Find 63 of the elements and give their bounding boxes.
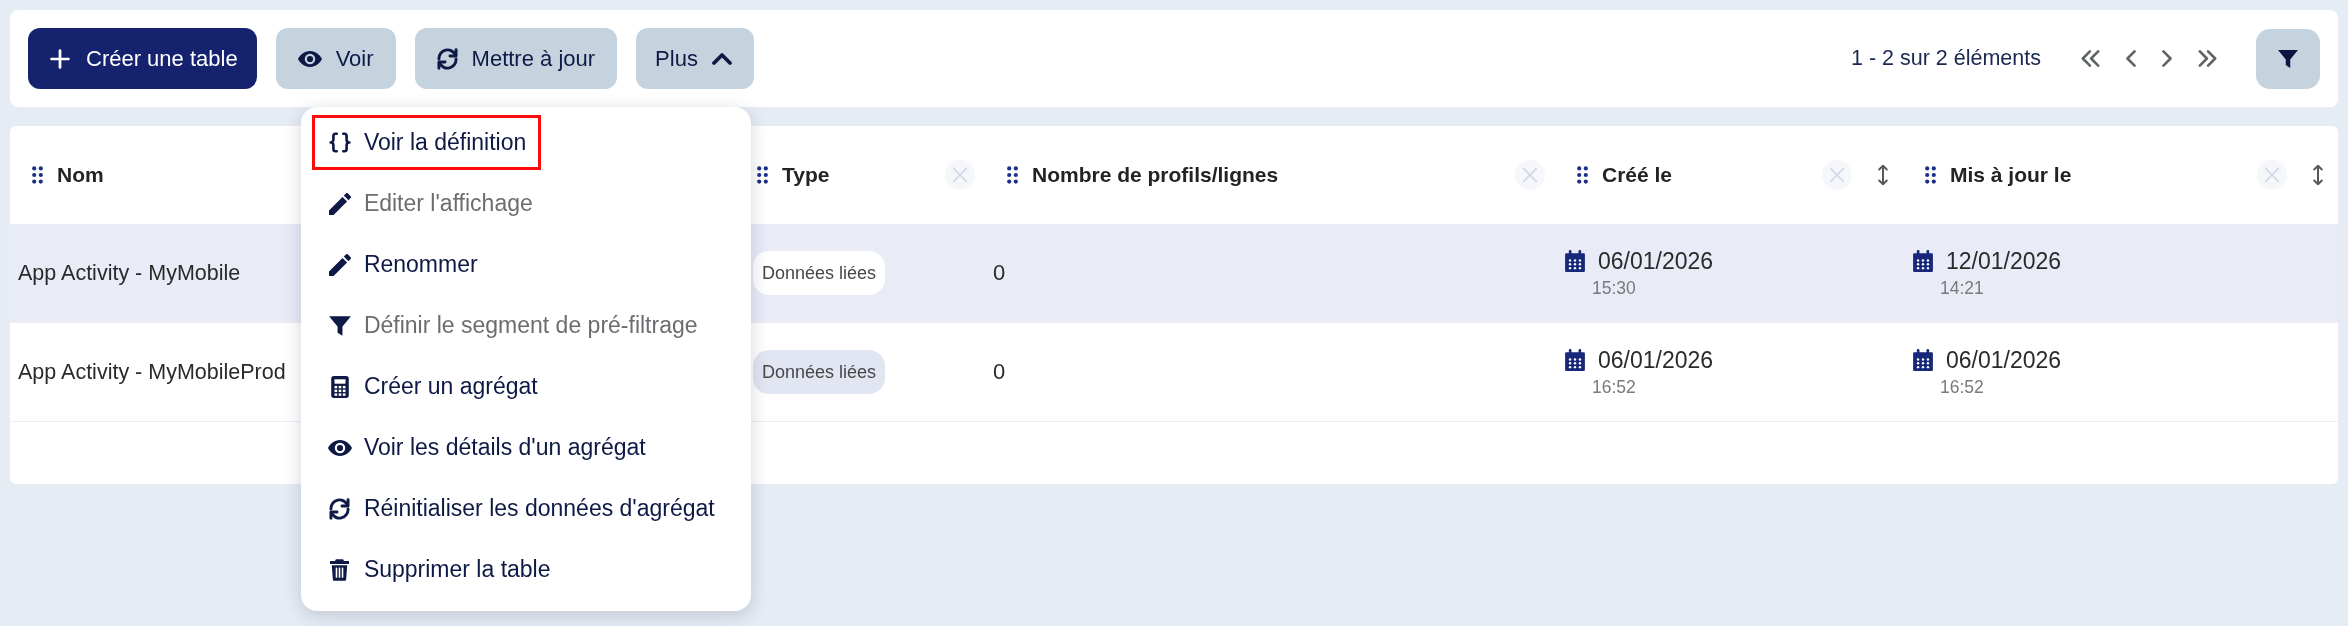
trash-icon — [330, 558, 350, 581]
braces-icon — [328, 132, 351, 153]
chevron-left-icon[interactable] — [2126, 50, 2136, 67]
double-chevron-right-icon[interactable] — [2198, 50, 2217, 67]
column-header: Nom — [57, 163, 104, 187]
calculator-icon — [330, 375, 349, 398]
date-text: 06/01/2026 — [1598, 346, 1714, 374]
close-icon — [1522, 167, 1538, 183]
double-chevron-left-icon[interactable] — [2081, 50, 2100, 67]
column-header: Nombre de profils/lignes — [1032, 163, 1279, 187]
chevron-right-icon[interactable] — [2162, 50, 2172, 67]
pencil-icon — [328, 253, 351, 276]
date-text: 06/01/2026 — [1946, 346, 2062, 374]
table-cell: App Activity - MyMobile — [18, 260, 241, 286]
menu-item[interactable]: Créer un agrégat — [311, 359, 553, 414]
menu-item[interactable]: Voir les détails d'un agrégat — [311, 420, 661, 475]
refresh-icon — [329, 497, 351, 520]
table-cell: 0 — [993, 359, 1006, 385]
close-icon — [2264, 167, 2280, 183]
sort-icon[interactable] — [1877, 164, 1889, 186]
close-icon — [952, 167, 968, 183]
date-text: 12/01/2026 — [1946, 247, 2062, 275]
view-button[interactable]: Voir — [275, 28, 396, 89]
column-header: Type — [782, 163, 830, 187]
column-header: Mis à jour le — [1950, 163, 2072, 187]
type-badge: Données liées — [753, 251, 886, 295]
create-button[interactable]: Créer une table — [28, 28, 257, 89]
chevron-up-icon — [711, 52, 732, 65]
drag-handle-icon[interactable] — [1007, 166, 1018, 184]
table-cell: App Activity - MyMobileProd — [18, 359, 286, 385]
calendar-icon — [1565, 349, 1585, 371]
eye-icon — [327, 439, 352, 456]
table-cell: 0 — [993, 260, 1006, 286]
column-header: Créé le — [1602, 163, 1673, 187]
menu-item[interactable]: Voir la définition — [311, 115, 542, 170]
calendar-icon — [1565, 250, 1585, 272]
drag-handle-icon[interactable] — [32, 166, 43, 184]
menu-item[interactable]: Supprimer la table — [311, 542, 566, 597]
drag-handle-icon[interactable] — [757, 166, 768, 184]
sort-icon[interactable] — [2312, 164, 2324, 186]
pencil-icon — [328, 192, 351, 215]
refresh-icon — [436, 47, 458, 70]
calendar-icon — [1913, 250, 1933, 272]
eye-icon — [297, 50, 322, 67]
filter-button[interactable] — [2256, 28, 2320, 89]
drag-handle-icon[interactable] — [1577, 166, 1588, 184]
filter-icon — [328, 315, 351, 336]
date-text: 06/01/2026 — [1598, 247, 1714, 275]
close-icon — [1829, 167, 1845, 183]
calendar-icon — [1913, 349, 1933, 371]
time-text: 14:21 — [1940, 277, 1984, 299]
filter-icon — [2278, 49, 2298, 68]
pagination-summary: 1 - 2 sur 2 éléments — [1851, 46, 2041, 71]
menu-item[interactable]: Renommer — [311, 237, 493, 292]
menu-item[interactable]: Réinitialiser les données d'agrégat — [311, 481, 730, 536]
plus-icon — [50, 48, 70, 69]
time-text: 16:52 — [1592, 376, 1636, 398]
drag-handle-icon[interactable] — [1925, 166, 1936, 184]
refresh-button[interactable]: Mettre à jour — [414, 28, 618, 89]
more-button[interactable]: Plus — [636, 28, 754, 89]
type-badge: Données liées — [753, 350, 886, 394]
time-text: 16:52 — [1940, 376, 1984, 398]
time-text: 15:30 — [1592, 277, 1636, 299]
